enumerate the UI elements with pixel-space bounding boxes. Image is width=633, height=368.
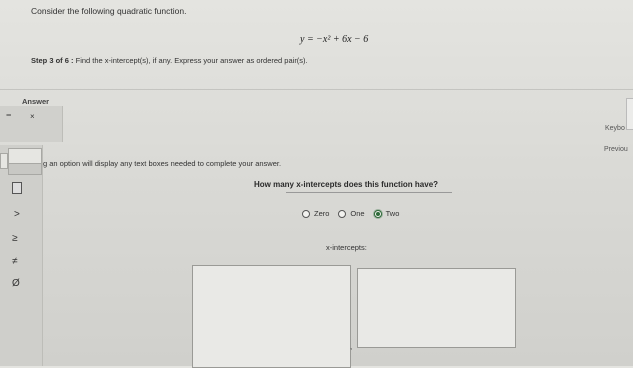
- matrix-icon[interactable]: [12, 182, 22, 194]
- option-zero-label: Zero: [314, 209, 330, 218]
- minimize-button[interactable]: −: [6, 110, 11, 120]
- option-two[interactable]: Two: [373, 209, 400, 218]
- separator-comma: ,: [350, 342, 353, 351]
- radio-two[interactable]: [373, 209, 382, 218]
- radio-one[interactable]: [338, 209, 347, 218]
- question-underline: [286, 192, 452, 193]
- symbol-palette: [0, 145, 43, 366]
- not-equal-button[interactable]: ≠: [12, 256, 18, 267]
- option-one[interactable]: One: [338, 209, 365, 218]
- step-text: Find the x-intercept(s), if any. Express…: [75, 56, 308, 65]
- keyboard-button[interactable]: Keybo: [605, 125, 625, 132]
- palette-tab[interactable]: [0, 153, 8, 169]
- divider: [0, 89, 633, 90]
- problem-prompt: Consider the following quadratic functio…: [31, 6, 187, 16]
- empty-set-button[interactable]: Ø: [12, 278, 20, 289]
- step-instruction: Step 3 of 6 : Find the x-intercept(s), i…: [31, 56, 308, 65]
- option-one-label: One: [350, 209, 365, 218]
- intercept-options: Zero One Two: [302, 209, 399, 218]
- option-two-label: Two: [385, 209, 400, 218]
- fraction-denominator-button[interactable]: [8, 163, 42, 175]
- fraction-button[interactable]: [8, 148, 42, 164]
- edge-panel: [626, 98, 633, 130]
- x-intercept-input-1[interactable]: [192, 265, 351, 368]
- greater-equal-button[interactable]: ≥: [12, 233, 18, 244]
- greater-than-button[interactable]: >: [14, 209, 20, 220]
- intercept-question: How many x-intercepts does this function…: [254, 180, 439, 189]
- step-label: Step 3 of 6 :: [31, 56, 74, 65]
- quadratic-equation: y = −x² + 6x − 6: [300, 34, 369, 45]
- previous-button[interactable]: Previou: [604, 146, 628, 153]
- close-icon[interactable]: ×: [30, 112, 35, 121]
- option-zero[interactable]: Zero: [302, 209, 329, 218]
- x-intercepts-label: x-intercepts:: [326, 243, 367, 252]
- option-instruction: g an option will display any text boxes …: [43, 159, 282, 168]
- answer-label: Answer: [22, 97, 50, 106]
- x-intercept-input-2[interactable]: [357, 268, 516, 348]
- radio-zero[interactable]: [302, 209, 310, 218]
